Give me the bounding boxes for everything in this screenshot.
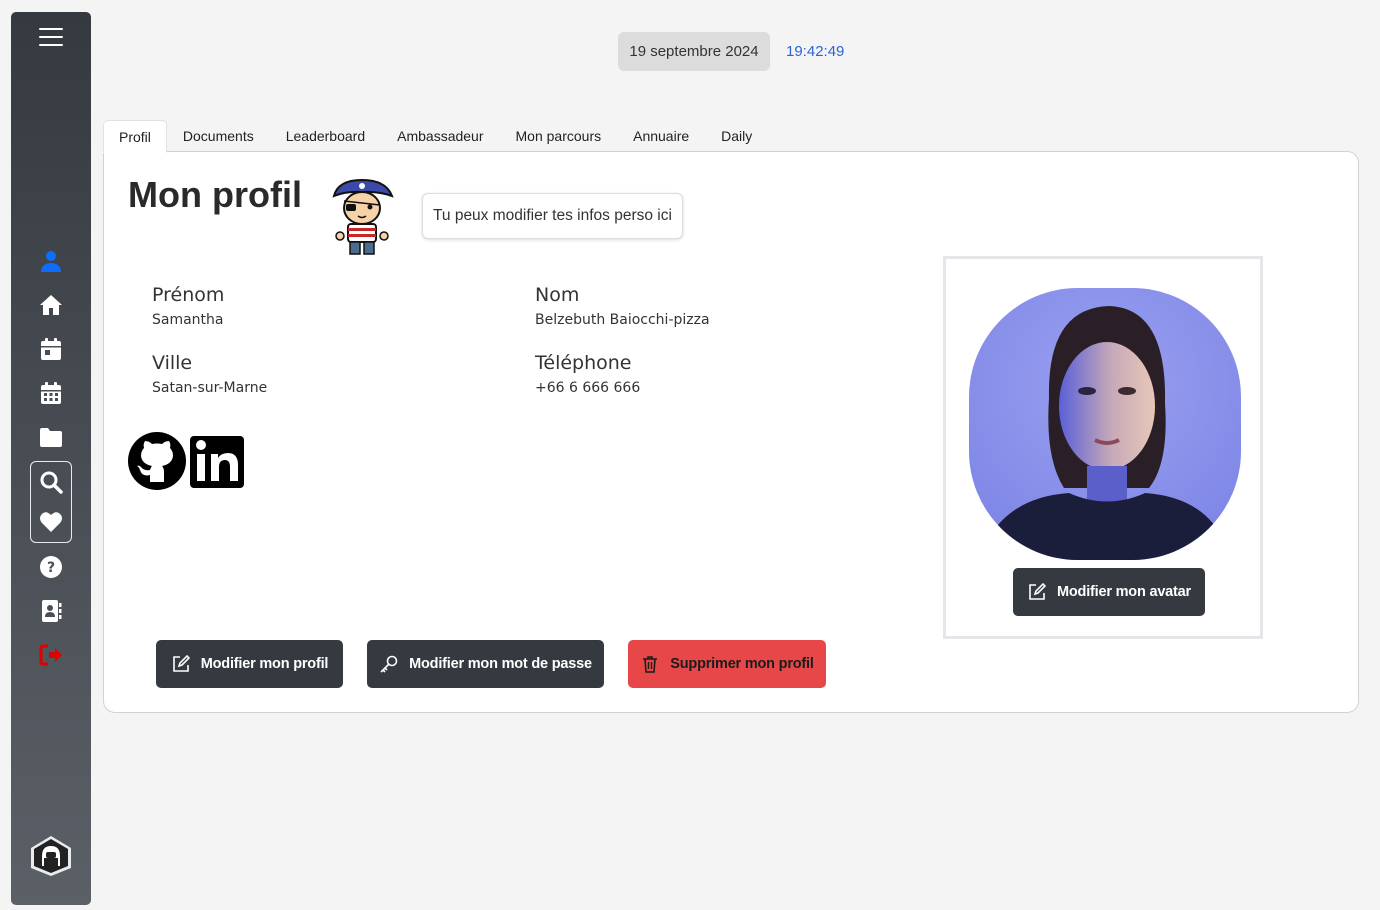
firstname-label: Prénom: [152, 284, 225, 306]
phone-label: Téléphone: [535, 352, 632, 374]
linkedin-icon[interactable]: [188, 432, 246, 490]
edit-password-button[interactable]: Modifier mon mot de passe: [367, 640, 604, 688]
hamburger-line: [39, 44, 63, 46]
lastname-value: Belzebuth Baiocchi-pizza: [535, 312, 710, 328]
phone-value: +66 6 666 666: [535, 380, 641, 396]
edit-avatar-label: Modifier mon avatar: [1057, 584, 1191, 600]
tab-daily[interactable]: Daily: [705, 120, 768, 152]
home-icon[interactable]: [37, 291, 65, 319]
calendar-day-icon[interactable]: [37, 335, 65, 363]
lastname-label: Nom: [535, 284, 580, 306]
search-icon[interactable]: [37, 468, 65, 496]
user-icon[interactable]: [37, 247, 65, 275]
edit-avatar-button[interactable]: Modifier mon avatar: [1013, 568, 1205, 616]
firstname-value: Samantha: [152, 312, 224, 328]
hacker-logo-icon: [29, 834, 73, 878]
key-icon: [380, 655, 398, 673]
hamburger-line: [39, 36, 63, 38]
edit-profile-button[interactable]: Modifier mon profil: [156, 640, 343, 688]
hamburger-line: [39, 28, 63, 30]
edit-hint-tooltip: Tu peux modifier tes infos perso ici: [422, 193, 683, 239]
github-icon[interactable]: [128, 432, 186, 490]
tab-profil[interactable]: Profil: [103, 120, 167, 153]
folder-icon[interactable]: [37, 423, 65, 451]
logout-icon[interactable]: [37, 641, 65, 669]
trash-icon: [643, 656, 658, 673]
tab-mon-parcours[interactable]: Mon parcours: [500, 120, 618, 152]
contact-book-icon[interactable]: [37, 597, 65, 625]
pirate-mascot-icon: [328, 174, 396, 258]
heart-icon[interactable]: [37, 508, 65, 536]
tab-documents[interactable]: Documents: [167, 120, 270, 152]
edit-profile-label: Modifier mon profil: [200, 656, 329, 672]
page-title: Mon profil: [128, 174, 302, 215]
tab-leaderboard[interactable]: Leaderboard: [270, 120, 381, 152]
avatar-panel: Modifier mon avatar: [943, 256, 1263, 639]
tab-ambassadeur[interactable]: Ambassadeur: [381, 120, 499, 152]
help-icon[interactable]: ?: [37, 553, 65, 581]
avatar: [969, 288, 1241, 560]
pencil-square-icon: [1029, 582, 1047, 600]
time-display: 19:42:49: [786, 43, 845, 60]
city-label: Ville: [152, 352, 193, 374]
edit-password-label: Modifier mon mot de passe: [409, 656, 592, 672]
calendar-icon[interactable]: [37, 379, 65, 407]
city-value: Satan-sur-Marne: [152, 380, 268, 396]
tab-annuaire[interactable]: Annuaire: [617, 120, 705, 152]
sidebar: ?: [11, 12, 91, 905]
menu-toggle-button[interactable]: [39, 28, 63, 46]
pencil-square-icon: [172, 654, 190, 672]
date-display: 19 septembre 2024: [618, 32, 770, 71]
tab-bar: Profil Documents Leaderboard Ambassadeur…: [103, 120, 768, 153]
delete-profile-button[interactable]: Supprimer mon profil: [628, 640, 826, 688]
svg-text:?: ?: [47, 560, 55, 576]
delete-profile-label: Supprimer mon profil: [670, 656, 814, 672]
